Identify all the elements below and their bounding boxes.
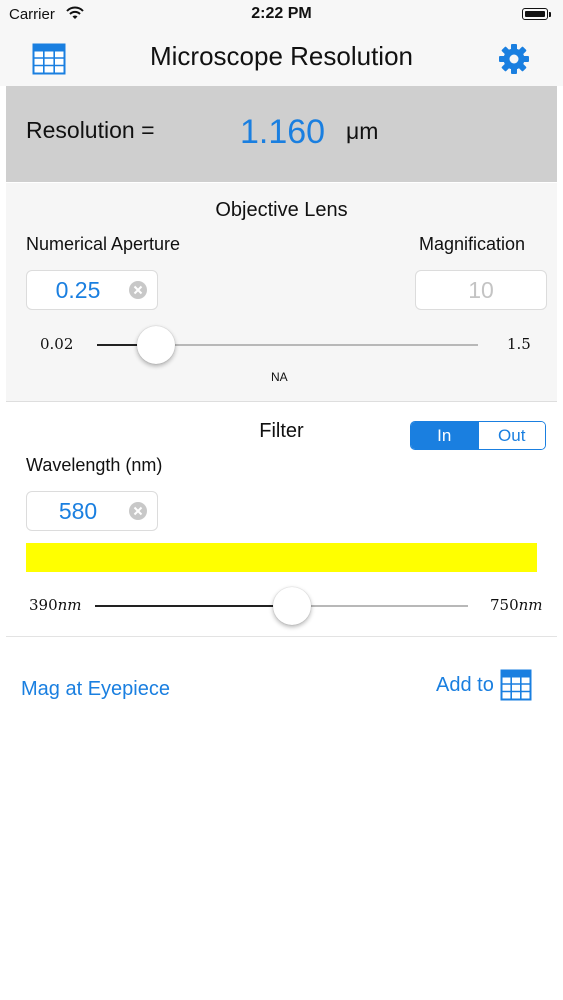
wavelength-label: Wavelength (nm) — [26, 455, 163, 475]
filter-segmented-control[interactable]: In Out — [410, 421, 546, 450]
magnification-field[interactable]: 10 — [415, 270, 547, 310]
gear-icon — [499, 44, 529, 74]
wavelength-slider-thumb[interactable] — [272, 587, 311, 625]
table-icon — [500, 669, 532, 701]
filter-in-segment[interactable]: In — [411, 422, 478, 449]
magnification-value: 10 — [468, 276, 494, 303]
resolution-unit: μm — [346, 118, 379, 144]
objective-lens-title: Objective Lens — [215, 199, 348, 221]
filter-out-segment[interactable]: Out — [477, 422, 545, 449]
numerical-aperture-value: 0.25 — [55, 276, 101, 303]
status-time: 2:22 PM — [251, 5, 312, 22]
table-icon — [32, 43, 66, 75]
numerical-aperture-label: Numerical Aperture — [26, 234, 181, 254]
clear-icon[interactable] — [129, 502, 147, 520]
battery-icon — [522, 8, 548, 20]
magnification-label: Magnification — [419, 234, 526, 254]
add-to-label: Add to — [436, 673, 494, 696]
na-slider-min-label: 0.02 — [40, 335, 74, 353]
na-slider-caption: NA — [271, 370, 288, 384]
settings-button[interactable] — [496, 41, 532, 77]
wavelength-slider[interactable] — [95, 586, 468, 626]
wavelength-slider-min-label: 390nm — [29, 596, 82, 614]
na-slider[interactable] — [97, 325, 478, 365]
na-slider-max-label: 1.5 — [507, 335, 531, 353]
numerical-aperture-field[interactable]: 0.25 — [26, 270, 158, 310]
clear-icon[interactable] — [129, 281, 147, 299]
wavelength-color-swatch — [26, 543, 537, 572]
wavelength-slider-max-label: 750nm — [490, 596, 543, 614]
battery-tip — [549, 12, 551, 17]
resolution-label: Resolution = — [26, 117, 155, 143]
wavelength-value: 580 — [58, 497, 98, 524]
page-title: Microscope Resolution — [149, 41, 413, 71]
wavelength-slider-fill — [95, 605, 292, 607]
table-button[interactable] — [32, 43, 66, 77]
wavelength-field[interactable]: 580 — [26, 491, 158, 531]
add-to-table-button[interactable]: Add to — [436, 668, 532, 702]
na-slider-thumb[interactable] — [137, 326, 176, 364]
mag-at-eyepiece-link[interactable]: Mag at Eyepiece — [21, 678, 170, 701]
resolution-value: 1.160 — [240, 113, 326, 151]
